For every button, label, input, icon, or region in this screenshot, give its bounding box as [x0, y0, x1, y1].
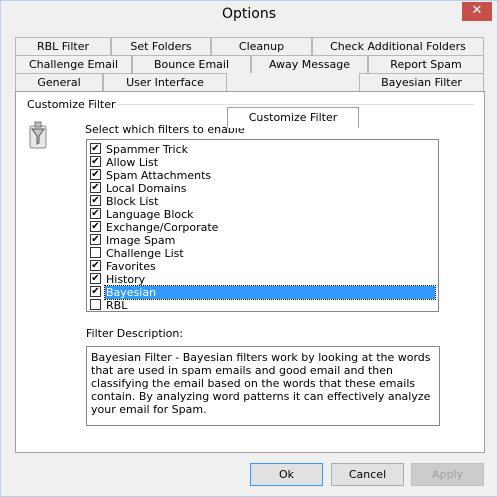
filter-item-label: Block List: [106, 195, 159, 208]
filter-item[interactable]: RBL: [90, 299, 435, 312]
tab-bayesian-filter[interactable]: Bayesian Filter: [359, 73, 484, 91]
filter-item[interactable]: ✔ Favorites: [90, 260, 435, 273]
tab-check-additional-folders[interactable]: Check Additional Folders: [312, 37, 484, 55]
filter-checkbox[interactable]: ✔: [90, 234, 101, 245]
tab-report-spam[interactable]: Report Spam: [368, 55, 484, 73]
filter-item-label: Image Spam: [106, 234, 176, 247]
tab-strip: RBL Filter Set Folders Cleanup Check Add…: [15, 37, 485, 128]
filter-item[interactable]: ✔ Block List: [90, 195, 435, 208]
tab-bounce-email[interactable]: Bounce Email: [132, 55, 251, 73]
close-button[interactable]: ✕: [462, 2, 492, 21]
funnel-filter-icon: [29, 121, 47, 149]
group-title: Customize Filter: [25, 98, 118, 111]
tab-cleanup[interactable]: Cleanup: [211, 37, 312, 55]
filter-item[interactable]: Challenge List: [90, 247, 435, 260]
filter-checkbox[interactable]: [90, 247, 101, 258]
filter-checkbox[interactable]: ✔: [90, 195, 101, 206]
tab-set-folders[interactable]: Set Folders: [111, 37, 211, 55]
filter-item[interactable]: ✔ Spammer Trick: [90, 143, 435, 156]
filter-item[interactable]: ✔ Exchange/Corporate: [90, 221, 435, 234]
filter-checkbox[interactable]: ✔: [90, 169, 101, 180]
filter-item-label: Bayesian: [104, 285, 436, 300]
window-title: Options: [221, 6, 277, 22]
group-divider: [108, 104, 474, 105]
filter-item-label: History: [106, 273, 146, 286]
filter-checkbox[interactable]: ✔: [90, 273, 101, 284]
filter-checkbox[interactable]: ✔: [90, 208, 101, 219]
filter-item-label: Language Block: [106, 208, 194, 221]
filter-item[interactable]: ✔ History: [90, 273, 435, 286]
close-icon[interactable]: ✕: [472, 3, 483, 18]
cancel-button[interactable]: Cancel: [331, 463, 404, 486]
tab-challenge-email[interactable]: Challenge Email: [15, 55, 132, 73]
customize-filter-panel: Customize Filter Select which filters to…: [15, 91, 485, 453]
filter-checkbox[interactable]: ✔: [90, 143, 101, 154]
filter-checkbox[interactable]: ✔: [90, 286, 101, 297]
filter-item-label: Spam Attachments: [106, 169, 212, 182]
filter-item[interactable]: ✔ Spam Attachments: [90, 169, 435, 182]
filter-description-label: Filter Description:: [86, 327, 184, 340]
filter-item-label: Challenge List: [106, 247, 184, 260]
filter-checkbox[interactable]: ✔: [90, 156, 101, 167]
tab-customize-filter[interactable]: Customize Filter: [227, 107, 359, 128]
filter-item-label: Favorites: [106, 260, 156, 273]
tab-rbl-filter[interactable]: RBL Filter: [15, 37, 111, 55]
filter-checklist[interactable]: ✔ Spammer Trick ✔ Allow List ✔ Spam Attachmen…: [86, 139, 439, 312]
filter-item[interactable]: ✔ Image Spam: [90, 234, 435, 247]
tab-away-message[interactable]: Away Message: [251, 55, 368, 73]
filter-checkbox[interactable]: ✔: [90, 221, 101, 232]
filter-item[interactable]: ✔ Language Block: [90, 208, 435, 221]
apply-button[interactable]: Apply: [411, 463, 484, 486]
filter-item[interactable]: ✔ Bayesian: [90, 285, 436, 300]
filter-checkbox[interactable]: ✔: [90, 260, 101, 271]
filter-item[interactable]: ✔ Allow List: [90, 156, 435, 169]
ok-button[interactable]: Ok: [250, 463, 323, 486]
filter-item-label: Local Domains: [106, 182, 187, 195]
filter-item-label: Exchange/Corporate: [106, 221, 219, 234]
filter-description-text[interactable]: Bayesian Filter - Bayesian filters work …: [86, 346, 440, 426]
filter-item[interactable]: ✔ Local Domains: [90, 182, 435, 195]
tab-general[interactable]: General: [15, 73, 103, 91]
filter-item-label: Allow List: [106, 156, 159, 169]
options-window: Options ✕ RBL Filter Set Folders Cleanup…: [0, 0, 498, 497]
select-filters-label: Select which filters to enable: [85, 123, 245, 136]
filter-checkbox[interactable]: [90, 299, 101, 310]
filter-checkbox[interactable]: ✔: [90, 182, 101, 193]
filter-item-label: Spammer Trick: [106, 143, 189, 156]
filter-item-label: RBL: [106, 299, 128, 312]
title-bar[interactable]: Options ✕: [1, 1, 497, 30]
tab-user-interface[interactable]: User Interface: [103, 73, 227, 91]
